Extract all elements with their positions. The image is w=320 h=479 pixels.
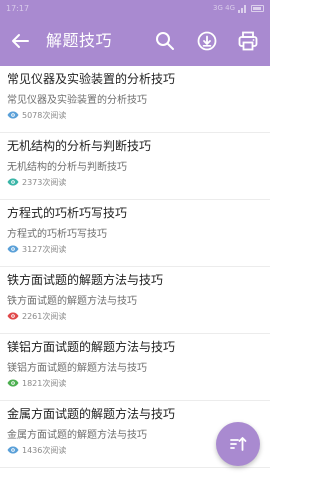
- eye-icon: [7, 178, 19, 186]
- sort-icon: [230, 437, 247, 451]
- eye-icon: [7, 111, 19, 119]
- eye-icon: [7, 245, 19, 253]
- read-count-label: 5078次阅读: [22, 110, 67, 120]
- read-count-label: 2373次阅读: [22, 177, 67, 187]
- article-summary: 铁方面试题的解题方法与技巧: [7, 296, 137, 307]
- network-label: 3G 4G: [213, 4, 235, 12]
- article-title: 无机结构的分析与判断技巧: [7, 139, 152, 153]
- back-button[interactable]: [8, 29, 32, 53]
- signal-icon: [238, 4, 248, 13]
- download-icon: [197, 31, 217, 51]
- article-summary: 方程式的巧析巧写技巧: [7, 229, 107, 240]
- article-list-item[interactable]: 无机结构的分析与判断技巧 无机结构的分析与判断技巧 2373次阅读: [0, 133, 270, 200]
- page-title: 解题技巧: [46, 31, 113, 50]
- article-list-item[interactable]: 方程式的巧析巧写技巧 方程式的巧析巧写技巧 3127次阅读: [0, 200, 270, 267]
- read-count-label: 1436次阅读: [22, 445, 67, 455]
- article-title: 金属方面试题的解题方法与技巧: [7, 407, 176, 421]
- article-summary: 镁铝方面试题的解题方法与技巧: [7, 363, 147, 374]
- download-button[interactable]: [195, 29, 219, 53]
- toolbar: 解题技巧: [0, 17, 270, 66]
- article-read-count: 2261次阅读: [7, 310, 66, 322]
- status-bar: 17:17 3G 4G: [0, 0, 270, 17]
- app-screen: 17:17 3G 4G 解题技巧 常见仪器及实验装置的分析技巧 常见仪器及实验装…: [0, 0, 270, 479]
- eye-icon: [7, 379, 19, 387]
- status-time: 17:17: [6, 4, 30, 13]
- article-summary: 无机结构的分析与判断技巧: [7, 162, 127, 173]
- search-icon: [156, 32, 174, 50]
- status-indicators: 3G 4G: [213, 0, 264, 17]
- article-title: 常见仪器及实验装置的分析技巧: [7, 72, 176, 86]
- article-read-count: 3127次阅读: [7, 243, 66, 255]
- article-read-count: 5078次阅读: [7, 109, 66, 121]
- sort-fab-button[interactable]: [216, 422, 260, 466]
- print-button[interactable]: [236, 29, 260, 53]
- article-title: 铁方面试题的解题方法与技巧: [7, 273, 164, 287]
- article-list-item[interactable]: 铁方面试题的解题方法与技巧 铁方面试题的解题方法与技巧 2261次阅读: [0, 267, 270, 334]
- article-list-item[interactable]: 镁铝方面试题的解题方法与技巧 镁铝方面试题的解题方法与技巧 1821次阅读: [0, 334, 270, 401]
- article-list-item[interactable]: 常见仪器及实验装置的分析技巧 常见仪器及实验装置的分析技巧 5078次阅读: [0, 66, 270, 133]
- battery-icon: [251, 5, 264, 12]
- article-summary: 常见仪器及实验装置的分析技巧: [7, 95, 147, 106]
- eye-icon: [7, 312, 19, 320]
- app-header: 17:17 3G 4G 解题技巧: [0, 0, 270, 66]
- search-button[interactable]: [153, 29, 177, 53]
- read-count-label: 1821次阅读: [22, 378, 67, 388]
- back-arrow-icon: [12, 34, 29, 48]
- article-list: 常见仪器及实验装置的分析技巧 常见仪器及实验装置的分析技巧 5078次阅读 无机结构的…: [0, 66, 270, 468]
- print-icon: [238, 31, 258, 51]
- article-title: 镁铝方面试题的解题方法与技巧: [7, 340, 176, 354]
- article-read-count: 1821次阅读: [7, 377, 66, 389]
- article-read-count: 1436次阅读: [7, 444, 66, 456]
- eye-icon: [7, 446, 19, 454]
- article-title: 方程式的巧析巧写技巧: [7, 206, 128, 220]
- read-count-label: 2261次阅读: [22, 311, 67, 321]
- article-read-count: 2373次阅读: [7, 176, 66, 188]
- read-count-label: 3127次阅读: [22, 244, 67, 254]
